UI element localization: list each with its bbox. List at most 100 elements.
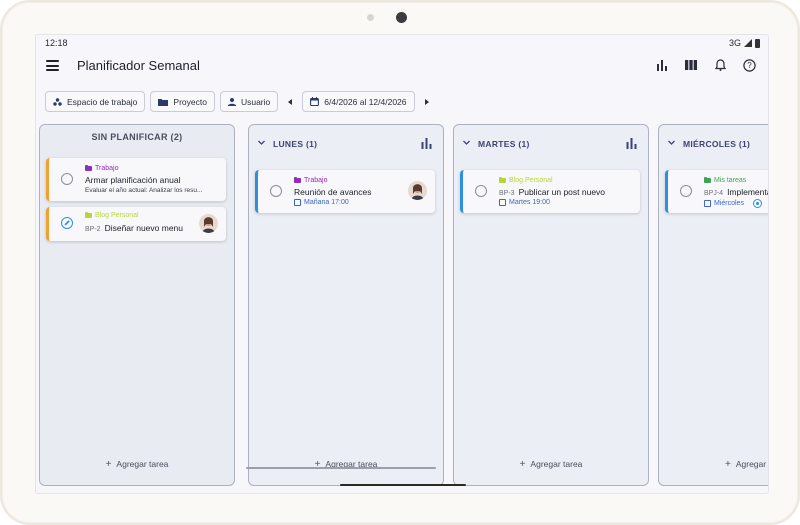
- task-category: Trabajo: [85, 165, 118, 172]
- folder-icon: [158, 98, 169, 106]
- task-checkbox[interactable]: [475, 185, 487, 197]
- camera-lens: [396, 12, 407, 23]
- chevron-down-icon[interactable]: [258, 139, 265, 146]
- target-icon: [752, 199, 762, 208]
- bar-chart-icon[interactable]: [655, 58, 669, 72]
- horizontal-scrollbar[interactable]: [246, 467, 436, 469]
- column-header: LUNES (1): [249, 125, 443, 155]
- filter-bar: Espacio de trabajo Proyecto Usuario 6/4/…: [45, 91, 434, 112]
- hamburger-menu-icon[interactable]: [46, 60, 59, 71]
- help-icon[interactable]: ?: [742, 58, 756, 72]
- page-title: Planificador Semanal: [77, 58, 200, 73]
- app-screen: 12:18 3G Planificador Semanal ? Espacio …: [35, 34, 769, 494]
- task-title: Publicar un post nuevo: [518, 187, 606, 197]
- folder-icon: [704, 177, 711, 183]
- workspace-icon: [53, 97, 62, 106]
- plus-icon: +: [105, 459, 112, 470]
- column-header: MARTES (1): [454, 125, 648, 155]
- folder-icon: [499, 177, 506, 183]
- task-code: BP-3: [499, 190, 515, 197]
- project-filter-label: Proyecto: [173, 96, 207, 107]
- add-task-button[interactable]: + Agregar: [659, 459, 768, 470]
- add-task-button[interactable]: + Agregar tarea: [40, 459, 234, 470]
- column-title: SIN PLANIFICAR (2): [91, 132, 183, 142]
- camera-sensor: [367, 14, 374, 21]
- battery-icon: [755, 38, 760, 48]
- task-checkbox[interactable]: [270, 185, 282, 197]
- app-actions: ?: [655, 58, 756, 72]
- task-title-row: BPJ-4Implementar: [704, 187, 768, 197]
- date-range-label: 6/4/2026 al 12/4/2026: [324, 96, 407, 107]
- user-filter-button[interactable]: Usuario: [219, 91, 279, 112]
- task-category-label: Mis tareas: [714, 177, 747, 184]
- add-task-button[interactable]: + Agregar tarea: [454, 459, 648, 470]
- task-category: Blog Personal: [85, 212, 139, 219]
- avatar: [199, 214, 218, 233]
- task-due-label: Mañana 17:00: [304, 199, 349, 206]
- task-category: Trabajo: [294, 177, 327, 184]
- folder-icon: [294, 177, 301, 183]
- next-week-button[interactable]: [420, 91, 434, 112]
- add-task-label: Agregar: [735, 459, 767, 469]
- task-card[interactable]: Mis tareas BPJ-4Implementar Miércoles: [665, 170, 768, 213]
- signal-icon: [744, 39, 752, 47]
- calendar-icon: [294, 199, 301, 206]
- pencil-edit-icon[interactable]: [61, 217, 73, 229]
- column-title: LUNES (1): [273, 139, 318, 149]
- column-monday: LUNES (1) Trabajo Reunión de avances Mañ…: [248, 124, 444, 486]
- task-card[interactable]: Blog Personal BP-2 Diseñar nuevo menu: [46, 207, 226, 241]
- previous-week-button[interactable]: [283, 91, 297, 112]
- date-range-picker[interactable]: 6/4/2026 al 12/4/2026: [302, 91, 415, 112]
- task-title-row: BP-2 Diseñar nuevo menu: [85, 223, 183, 233]
- folder-icon: [85, 212, 92, 218]
- chevron-right-icon: [424, 98, 429, 105]
- task-category-label: Trabajo: [304, 177, 328, 184]
- app-bar: Planificador Semanal ?: [36, 51, 768, 83]
- bar-chart-icon[interactable]: [421, 138, 432, 149]
- add-task-label: Agregar tarea: [116, 459, 169, 469]
- bell-icon[interactable]: [713, 58, 727, 72]
- status-icons: 3G: [729, 38, 760, 48]
- task-description: Evaluar el año actual: Analizar los resu…: [85, 187, 203, 194]
- folder-icon: [85, 165, 92, 171]
- task-card[interactable]: Blog Personal BP-3 Publicar un post nuevo…: [460, 170, 640, 213]
- task-due-date: Miércoles: [704, 199, 762, 208]
- task-title: Reunión de avances: [294, 187, 372, 197]
- workspace-filter-label: Espacio de trabajo: [67, 96, 138, 107]
- person-icon: [227, 97, 236, 106]
- task-title: Diseñar nuevo menu: [104, 223, 183, 233]
- svg-text:?: ?: [747, 61, 752, 70]
- workspace-filter-button[interactable]: Espacio de trabajo: [45, 91, 146, 112]
- column-header: MIÉRCOLES (1): [659, 125, 768, 155]
- column-unplanned: SIN PLANIFICAR (2) Trabajo Armar planifi…: [39, 124, 235, 486]
- task-category: Mis tareas: [704, 177, 746, 184]
- network-type: 3G: [728, 38, 741, 48]
- calendar-icon: [310, 97, 320, 106]
- chevron-down-icon[interactable]: [463, 139, 470, 146]
- task-title-row: BP-3 Publicar un post nuevo: [499, 187, 605, 197]
- chevron-down-icon[interactable]: [668, 139, 675, 146]
- task-category-label: Blog Personal: [95, 212, 139, 219]
- task-checkbox[interactable]: [61, 173, 73, 185]
- task-title: Implementar: [727, 187, 768, 197]
- task-code: BP-2: [85, 226, 101, 233]
- add-task-label: Agregar tarea: [530, 459, 583, 469]
- bar-chart-icon[interactable]: [626, 138, 637, 149]
- column-title: MARTES (1): [478, 139, 530, 149]
- task-card[interactable]: Trabajo Armar planificación anual Evalua…: [46, 158, 226, 201]
- calendar-icon: [704, 200, 711, 207]
- task-due-date: Mañana 17:00: [294, 199, 349, 206]
- plus-icon: +: [519, 459, 526, 470]
- task-checkbox[interactable]: [680, 185, 692, 197]
- tablet-frame: 12:18 3G Planificador Semanal ? Espacio …: [0, 0, 800, 525]
- project-filter-button[interactable]: Proyecto: [150, 91, 215, 112]
- calendar-icon: [499, 199, 506, 206]
- view-columns-icon[interactable]: [684, 58, 698, 72]
- home-indicator[interactable]: [340, 484, 466, 486]
- plus-icon: +: [725, 459, 731, 470]
- chevron-left-icon: [288, 98, 293, 105]
- task-card[interactable]: Trabajo Reunión de avances Mañana 17:00: [255, 170, 435, 213]
- status-time: 12:18: [45, 38, 68, 48]
- task-category-label: Trabajo: [95, 165, 119, 172]
- task-title: Armar planificación anual: [85, 175, 181, 185]
